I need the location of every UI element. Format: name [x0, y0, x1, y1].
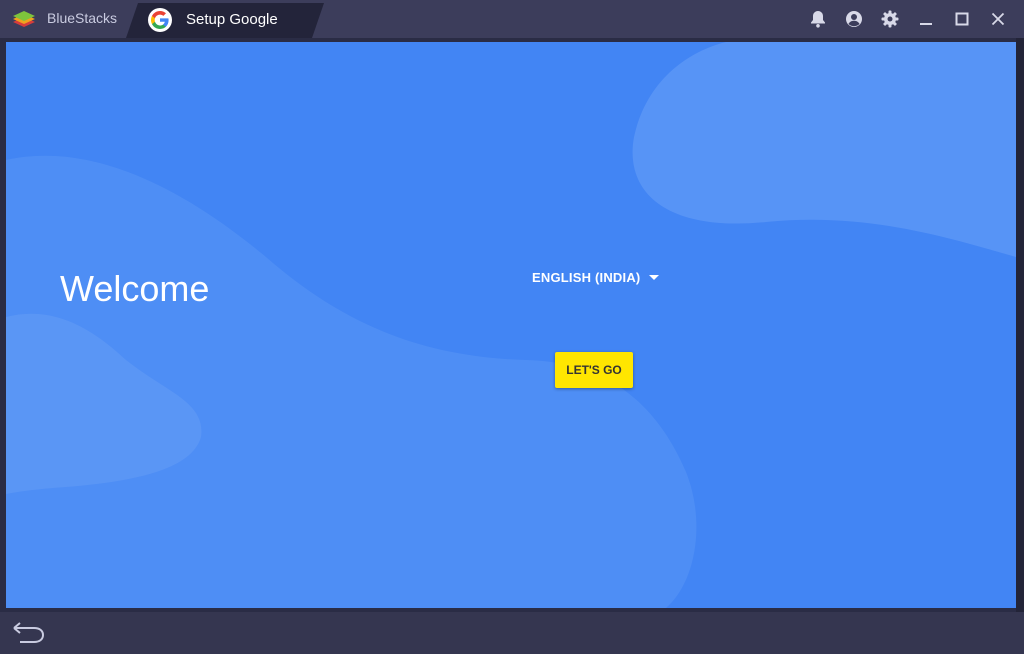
maximize-icon [955, 12, 969, 26]
settings-button[interactable] [878, 7, 902, 31]
account-button[interactable] [842, 7, 866, 31]
back-arrow-icon [13, 622, 45, 643]
app-tab[interactable]: BlueStacks [0, 0, 138, 38]
lets-go-button[interactable]: LET'S GO [555, 352, 633, 388]
window-border [1016, 38, 1024, 612]
welcome-heading: Welcome [60, 268, 210, 309]
language-label: ENGLISH (INDIA) [532, 270, 641, 285]
bottom-bar [0, 612, 1024, 654]
background-shapes [6, 42, 1016, 608]
google-logo-icon [148, 8, 172, 32]
close-button[interactable] [986, 7, 1010, 31]
account-icon [846, 11, 862, 27]
maximize-button[interactable] [950, 7, 974, 31]
gear-icon [881, 10, 899, 28]
minimize-button[interactable] [914, 7, 938, 31]
app-name: BlueStacks [47, 10, 118, 26]
tab-title: Setup Google [186, 11, 278, 28]
setup-screen: Welcome ENGLISH (INDIA) LET'S GO [6, 42, 1016, 608]
caret-down-icon [649, 275, 660, 280]
minimize-icon [920, 23, 932, 25]
language-dropdown[interactable]: ENGLISH (INDIA) [532, 270, 660, 285]
notification-button[interactable] [806, 7, 830, 31]
back-button[interactable] [10, 620, 46, 646]
bell-icon [811, 11, 825, 28]
title-bar: BlueStacks Setup Google [0, 0, 1024, 38]
bluestacks-logo-icon [13, 11, 35, 27]
close-icon [991, 12, 1005, 26]
